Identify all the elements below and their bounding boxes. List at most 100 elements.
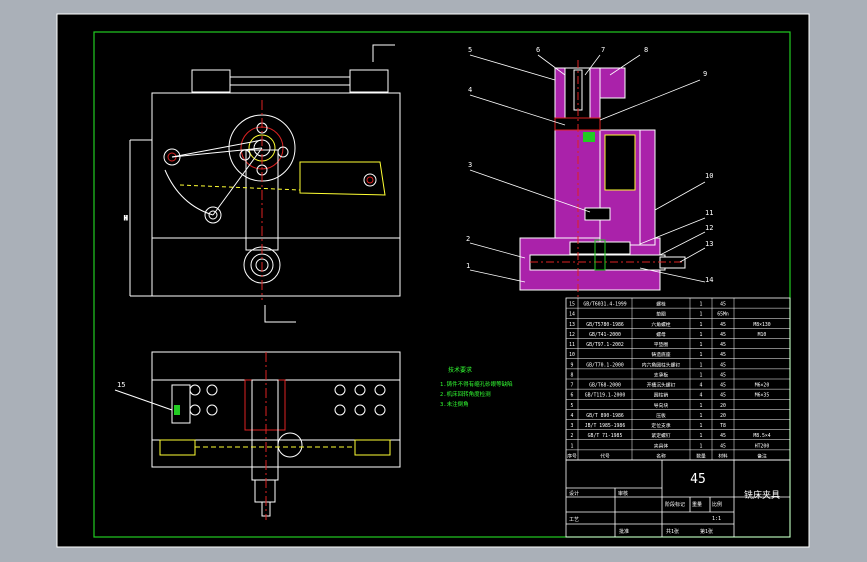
tb-design: 设计 <box>569 490 579 497</box>
bom-cell: 1 <box>700 342 703 348</box>
bom-cell: GB/T119.1-2000 <box>585 393 626 399</box>
bom-cell: M8.5×4 <box>753 433 770 439</box>
bom-cell: 8 <box>571 372 574 378</box>
balloon-11: 11 <box>705 209 713 217</box>
bom-cell: 9 <box>571 362 574 368</box>
bom-cell: 紧定螺钉 <box>651 432 670 439</box>
tb-stage: 阶段标记 <box>665 501 685 508</box>
bom-cell: HT200 <box>755 443 770 449</box>
bom-cell: 12 <box>569 332 575 338</box>
bom-cell: 平垫圈 <box>654 341 669 348</box>
bom-cell: 支承板 <box>654 371 669 378</box>
bom-cell: 4 <box>700 383 703 389</box>
drawing-title: 铣床夹具 <box>744 489 780 501</box>
bom-cell: 45 <box>720 302 726 308</box>
bom-cell: 定位支承 <box>651 422 670 429</box>
tech-line-3: 3.未注倒角 <box>440 400 469 408</box>
bom-cell: GB/T6031.4-1999 <box>583 302 626 308</box>
bom-cell: 45 <box>720 342 726 348</box>
bom-cell: 45 <box>720 443 726 449</box>
bom-cell: 45 <box>720 352 726 358</box>
bom-cell: 1 <box>700 443 703 449</box>
bom-cell: 4 <box>571 413 574 419</box>
bom-cell: 1 <box>700 322 703 328</box>
bom-cell: 3 <box>571 423 574 429</box>
balloon-12: 12 <box>705 224 713 232</box>
bom-cell: M6×20 <box>755 383 770 389</box>
bom-cell: 导向块 <box>654 402 669 409</box>
svg-text:H: H <box>124 215 128 222</box>
bom-cell: 65Mn <box>717 312 729 318</box>
bom-cell: 45 <box>720 433 726 439</box>
cad-drawing: H 15 技术要求 1.铸件不得有缩孔砂眼等缺陷 2.机床回转角度检测 3.未注… <box>56 13 810 548</box>
bom-cell: 1 <box>700 433 703 439</box>
balloon-10: 10 <box>705 172 713 180</box>
bom-cell: 14 <box>569 312 575 318</box>
bom-cell: 1 <box>700 302 703 308</box>
tech-line-1: 1.铸件不得有缩孔砂眼等缺陷 <box>440 380 513 388</box>
bom-cell: 材料 <box>718 452 728 459</box>
bom-cell: 备注 <box>757 452 767 459</box>
bom-cell: GB/T 71-1985 <box>588 433 623 439</box>
bom-cell: 圆柱销 <box>654 392 669 399</box>
bom-cell: M6×35 <box>755 393 770 399</box>
tech-heading: 技术要求 <box>448 366 472 374</box>
bom-cell: 7 <box>571 383 574 389</box>
bom-cell: 名称 <box>656 452 666 459</box>
balloon-15: 15 <box>117 381 125 389</box>
bom-cell: 数量 <box>696 452 706 459</box>
bom-cell: 45 <box>720 362 726 368</box>
bom-cell: GB/T 890-1986 <box>586 413 624 419</box>
bom-cell: 1 <box>700 413 703 419</box>
bom-cell: 压板 <box>656 412 666 419</box>
bom-cell: 45 <box>720 393 726 399</box>
balloon-3: 3 <box>468 161 472 169</box>
balloon-2: 2 <box>466 235 470 243</box>
bom-cell: 序号 <box>567 452 577 459</box>
balloon-9: 9 <box>703 70 707 78</box>
bom-cell: GB/T97.1-2002 <box>586 342 624 348</box>
bom-cell: 45 <box>720 383 726 389</box>
bom-cell: T8 <box>720 423 726 429</box>
bom-cell: JB/T 1985-1986 <box>585 423 626 429</box>
bom-cell: 45 <box>720 322 726 328</box>
tb-sheet: 第1张 <box>700 528 713 535</box>
balloon-5: 5 <box>468 46 472 54</box>
bom-cell: GB/T41-2000 <box>589 332 621 338</box>
balloon-1: 1 <box>466 262 470 270</box>
tb-sheets: 共1张 <box>666 528 679 535</box>
tb-weight: 重量 <box>692 501 702 508</box>
bom-cell: 6 <box>571 393 574 399</box>
tb-scale-value: 1:1 <box>712 516 721 522</box>
material-code: 45 <box>690 472 706 487</box>
bom-cell: 15 <box>569 302 575 308</box>
bom-cell: 夹具体 <box>654 442 669 449</box>
bom-cell: 2 <box>571 433 574 439</box>
balloon-7: 7 <box>601 46 605 54</box>
bom-cell: 5 <box>571 403 574 409</box>
bom-cell: M10 <box>758 332 767 338</box>
bom-cell: 45 <box>720 372 726 378</box>
bom-cell: 铸造底座 <box>651 351 670 358</box>
bom-cell: 垫圈 <box>656 311 666 318</box>
tb-scale: 比例 <box>712 501 722 508</box>
bom-cell: 10 <box>569 352 575 358</box>
tb-check: 审核 <box>618 490 628 497</box>
bom-cell: 1 <box>700 403 703 409</box>
bom-cell: 20 <box>720 413 726 419</box>
bom-cell: 开槽沉头螺钉 <box>647 382 676 389</box>
bom-cell: 1 <box>571 443 574 449</box>
bom-cell: 1 <box>700 423 703 429</box>
bom-cell: GB/T70.1-2000 <box>586 362 624 368</box>
bom-cell: 螺栓 <box>656 301 666 308</box>
bom-cell: 45 <box>720 332 726 338</box>
tb-process: 工艺 <box>569 517 579 523</box>
bom-cell: 1 <box>700 362 703 368</box>
drawing-frame: H 15 技术要求 1.铸件不得有缩孔砂眼等缺陷 2.机床回转角度检测 3.未注… <box>0 0 867 562</box>
balloon-13: 13 <box>705 240 713 248</box>
balloon-6: 6 <box>536 46 540 54</box>
bom-cell: 六角螺栓 <box>651 321 670 328</box>
bom-cell: M8×130 <box>753 322 770 328</box>
bom-cell: 1 <box>700 332 703 338</box>
bom-cell: 1 <box>700 312 703 318</box>
